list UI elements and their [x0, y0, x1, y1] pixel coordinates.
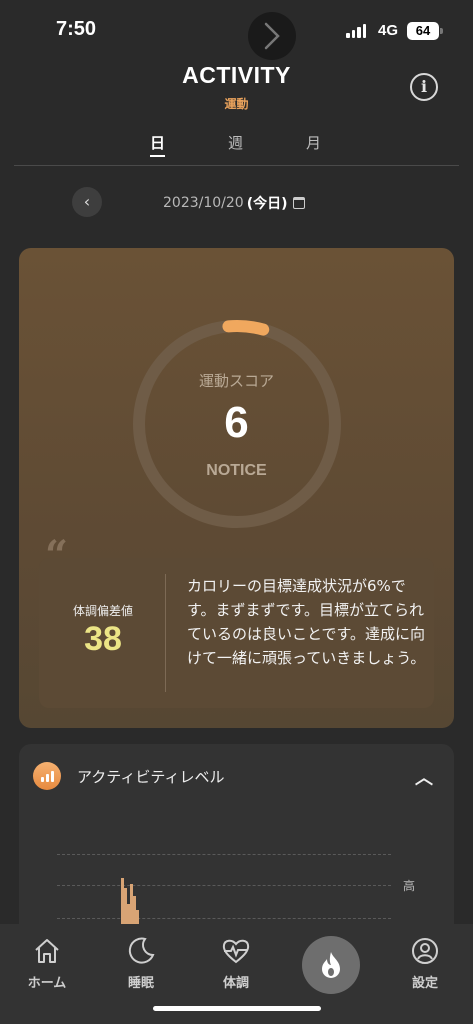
- chevron-right-icon: [264, 22, 280, 50]
- date-selector[interactable]: 2023/10/20 (今日): [163, 193, 305, 213]
- info-button[interactable]: i: [410, 73, 438, 101]
- gridline: [57, 854, 391, 855]
- activity-bars: [121, 872, 141, 932]
- tabbar-home-label: ホーム: [27, 976, 67, 991]
- divider: [165, 574, 166, 692]
- tabbar-settings[interactable]: 設定: [390, 936, 460, 991]
- period-tabs: 日 週 月: [14, 130, 459, 166]
- battery-tip: [440, 28, 443, 34]
- user-settings-icon: [412, 938, 438, 964]
- network-type: 4G: [378, 22, 399, 39]
- tab-week[interactable]: 週: [228, 132, 243, 153]
- date-value: 2023/10/20: [163, 195, 244, 211]
- home-icon: [35, 939, 59, 963]
- today-label: (今日): [246, 196, 288, 212]
- tabbar-sleep[interactable]: 睡眠: [106, 936, 176, 991]
- advice-message: カロリーの目標達成状況が6%です。まずまずです。目標が立てられているのは良いこと…: [187, 577, 426, 667]
- tab-month[interactable]: 月: [306, 132, 321, 153]
- advice-box: 体調偏差値 38 カロリーの目標達成状況が6%です。まずまずです。目標が立てられ…: [39, 558, 434, 708]
- chevron-left-icon: ‹: [83, 192, 91, 211]
- tabbar-condition-label: 体調: [222, 976, 249, 991]
- previous-day-button[interactable]: ‹: [72, 187, 102, 217]
- activity-level-title: アクティビティレベル: [77, 768, 225, 786]
- grid-label-high: 高: [403, 879, 416, 893]
- moon-icon: [128, 937, 155, 964]
- tabbar-condition[interactable]: 体調: [201, 936, 271, 991]
- flame-icon: [322, 952, 340, 978]
- battery-icon: 64: [407, 22, 439, 40]
- tabbar-home[interactable]: ホーム: [12, 936, 82, 991]
- gridline: [57, 885, 391, 886]
- home-indicator: [153, 1006, 321, 1011]
- heart-pulse-icon: [222, 939, 250, 964]
- deviation-label: 体調偏差値: [72, 604, 133, 618]
- info-icon: i: [420, 77, 428, 96]
- collapse-button[interactable]: ︿: [415, 764, 433, 790]
- gridline: [57, 918, 391, 919]
- score-ring-progress: [222, 320, 270, 336]
- tab-day[interactable]: 日: [150, 132, 166, 157]
- score-value: 6: [224, 398, 249, 447]
- status-bar: 7:50 4G 64: [0, 0, 473, 60]
- score-card: 運動スコア 6 NOTICE “ 体調偏差値 38 カロリーの目標達成状況が6%…: [19, 248, 454, 728]
- tabbar-sleep-label: 睡眠: [127, 976, 154, 991]
- status-time: 7:50: [56, 18, 97, 40]
- signal-icon: [346, 24, 366, 38]
- tabbar-settings-label: 設定: [411, 976, 438, 991]
- chevron-up-icon: ︿: [415, 768, 433, 789]
- activity-center-button[interactable]: [302, 936, 360, 994]
- calendar-icon: [292, 197, 305, 209]
- activity-level-card: アクティビティレベル ︿ 高: [19, 744, 454, 944]
- page-title: ACTIVITY: [182, 62, 291, 88]
- score-status: NOTICE: [206, 462, 267, 479]
- deviation-value: 38: [84, 620, 122, 658]
- page-subtitle: 運動: [224, 97, 249, 111]
- forward-button[interactable]: [248, 12, 296, 60]
- score-label: 運動スコア: [198, 372, 274, 390]
- bar-chart-icon: [33, 762, 61, 790]
